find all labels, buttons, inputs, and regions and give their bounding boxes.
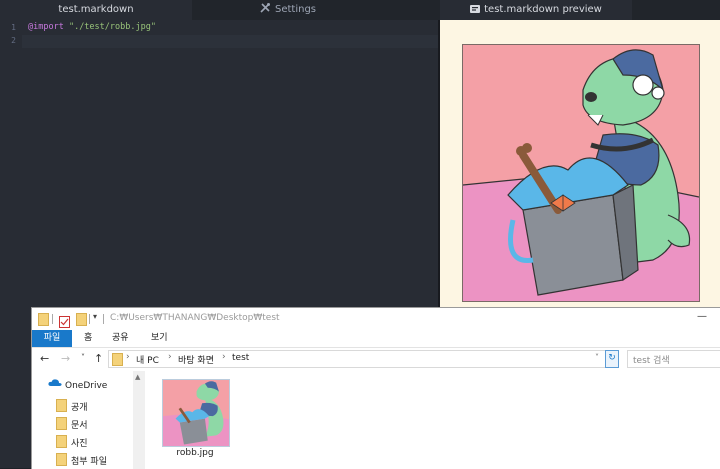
folder-icon — [56, 435, 67, 448]
chevron-right-icon[interactable]: › — [168, 352, 172, 362]
robb-thumbnail[interactable] — [162, 379, 230, 447]
chevron-right-icon[interactable]: › — [222, 352, 226, 362]
breadcrumb-this-pc[interactable]: 내 PC — [136, 353, 159, 366]
robb-image — [462, 44, 700, 302]
breadcrumb-test[interactable]: test — [232, 353, 249, 363]
recent-locations-icon[interactable]: ˅ — [81, 353, 85, 362]
minimize-icon[interactable]: — — [697, 311, 707, 322]
file-explorer-window: ▾ C:₩Users₩THANANG₩Desktop₩test — 파일 홈 공… — [31, 307, 720, 469]
forward-arrow-icon[interactable]: → — [61, 352, 70, 365]
import-keyword: @import — [28, 22, 64, 32]
nav-item-public[interactable]: 공개 — [71, 400, 88, 413]
tab-test-markdown[interactable]: test.markdown — [0, 0, 192, 20]
line-number: 1 — [11, 23, 16, 32]
folder-icon — [38, 313, 49, 326]
ribbon-tab-file[interactable]: 파일 — [32, 330, 72, 347]
tab-preview[interactable]: test.markdown preview — [440, 0, 632, 20]
onedrive-icon — [48, 378, 62, 390]
ribbon-tab-view[interactable]: 보기 — [151, 330, 168, 347]
separator — [103, 314, 104, 324]
nav-item-pictures[interactable]: 사진 — [71, 436, 88, 449]
search-placeholder: test 검색 — [633, 356, 670, 366]
nav-item-onedrive[interactable]: OneDrive — [65, 381, 107, 391]
preview-icon — [470, 1, 481, 21]
folder-icon — [56, 417, 67, 430]
up-arrow-icon[interactable]: ↑ — [94, 352, 103, 365]
refresh-icon[interactable]: ↻ — [605, 350, 619, 368]
folder-icon — [56, 453, 67, 466]
code-line-1[interactable]: @import "./test/robb.jpg" — [28, 22, 156, 32]
current-line-highlight — [22, 35, 438, 48]
new-folder-icon[interactable] — [76, 313, 87, 326]
nav-scrollbar[interactable]: ▲ — [133, 371, 145, 469]
line-number-gutter: 1 2 — [0, 20, 22, 468]
separator — [52, 314, 53, 324]
back-arrow-icon[interactable]: ← — [40, 352, 49, 365]
nav-item-documents[interactable]: 문서 — [71, 418, 88, 431]
customize-toolbar-icon[interactable]: ▾ — [93, 312, 97, 321]
navigation-pane: OneDrive 공개 문서 사진 첨부 파일 — [32, 371, 145, 469]
ribbon-tabs: 파일 홈 공유 보기 — [32, 330, 720, 348]
ribbon-tab-share[interactable]: 공유 — [112, 330, 129, 347]
tab-empty — [384, 0, 438, 20]
search-input[interactable]: test 검색 — [627, 350, 720, 368]
file-list: robb.jpg — [146, 371, 720, 469]
ribbon-tab-home[interactable]: 홈 — [84, 330, 92, 347]
window-title-path: C:₩Users₩THANANG₩Desktop₩test — [110, 313, 280, 323]
file-name-label[interactable]: robb.jpg — [162, 448, 228, 458]
tools-icon — [260, 1, 271, 21]
explorer-titlebar: ▾ C:₩Users₩THANANG₩Desktop₩test — — [32, 308, 720, 330]
chevron-right-icon[interactable]: › — [126, 352, 130, 362]
tab-label: test.markdown — [58, 4, 134, 15]
tab-settings[interactable]: Settings — [192, 0, 384, 20]
folder-icon — [56, 399, 67, 412]
import-path-string: "./test/robb.jpg" — [68, 22, 156, 32]
folder-icon — [112, 353, 123, 366]
line-number: 2 — [11, 36, 16, 45]
tab-label: Settings — [274, 4, 316, 15]
address-bar[interactable]: › 내 PC › 바탕 화면 › test ˅ — [108, 350, 607, 368]
address-bar-row: ← → ˅ ↑ › 내 PC › 바탕 화면 › test ˅ ↻ test 검… — [32, 348, 720, 370]
breadcrumb-desktop[interactable]: 바탕 화면 — [178, 353, 214, 366]
tab-label: test.markdown preview — [484, 4, 602, 15]
scroll-up-icon[interactable]: ▲ — [135, 373, 140, 381]
separator — [89, 314, 90, 324]
chevron-down-icon[interactable]: ˅ — [595, 353, 599, 362]
tab-bar: test.markdown Settings test.markdown pre… — [0, 0, 720, 20]
nav-item-attachments[interactable]: 첨부 파일 — [71, 454, 107, 467]
